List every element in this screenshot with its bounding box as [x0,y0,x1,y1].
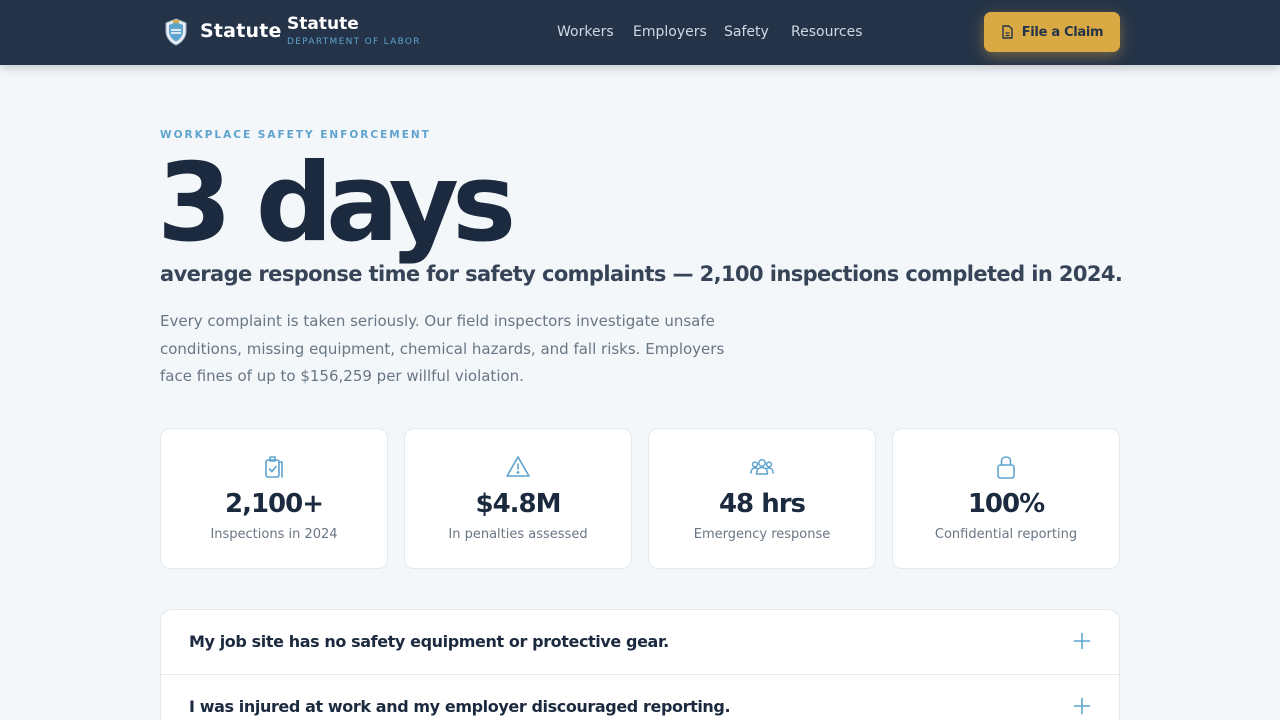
faq-accordion: My job site has no safety equipment or p… [160,609,1120,720]
clipboard-check-icon [265,456,283,478]
nav-link-employers[interactable]: Employers [633,24,707,40]
top-navigation-bar: Statute Statute DEPARTMENT OF LABOR Work… [0,0,1280,65]
people-icon [750,459,774,475]
hero-body: Every complaint is taken seriously. Our … [160,312,725,385]
stat-value: 2,100+ [224,489,324,519]
stat-card-inspections: 2,100+ Inspections in 2024 [160,428,388,569]
plus-icon[interactable] [1073,632,1091,650]
stat-card-emergency: 48 hrs Emergency response [648,428,876,569]
stat-value: 48 hrs [718,489,806,519]
stat-label: Inspections in 2024 [210,527,338,542]
file-a-claim-button[interactable]: File a Claim [984,12,1120,52]
document-icon [1001,25,1013,39]
section-eyebrow: WORKPLACE SAFETY ENFORCEMENT [160,129,431,141]
warning-icon [506,456,530,477]
nav-link-safety[interactable]: Safety [724,24,769,40]
brand-name[interactable]: Statute [200,20,282,42]
file-a-claim-label: File a Claim [1021,24,1104,40]
lock-icon [997,456,1015,479]
stat-card-penalties: $4.8M In penalties assessed [404,428,632,569]
stat-card-confidential: 100% Confidential reporting [892,428,1120,569]
faq-item[interactable]: My job site has no safety equipment or p… [161,610,1119,675]
brand-subtitle: DEPARTMENT OF LABOR [287,37,421,47]
stat-label: Confidential reporting [934,527,1078,542]
plus-icon[interactable] [1073,697,1091,715]
faq-question[interactable]: I was injured at work and my employer di… [189,697,731,716]
shield-logo-icon[interactable] [164,18,188,46]
stat-value: 100% [967,489,1045,519]
stat-label: Emergency response [693,527,831,542]
stat-label: In penalties assessed [448,527,588,542]
hero-stat: 3 days [157,141,516,266]
nav-link-resources[interactable]: Resources [791,24,863,40]
faq-question[interactable]: My job site has no safety equipment or p… [189,632,669,651]
brand-title: Statute [287,14,359,34]
hero-headline: average response time for safety complai… [160,262,1123,286]
nav-link-workers[interactable]: Workers [557,24,614,40]
faq-item[interactable]: I was injured at work and my employer di… [161,675,1119,720]
stat-value: $4.8M [475,489,561,519]
